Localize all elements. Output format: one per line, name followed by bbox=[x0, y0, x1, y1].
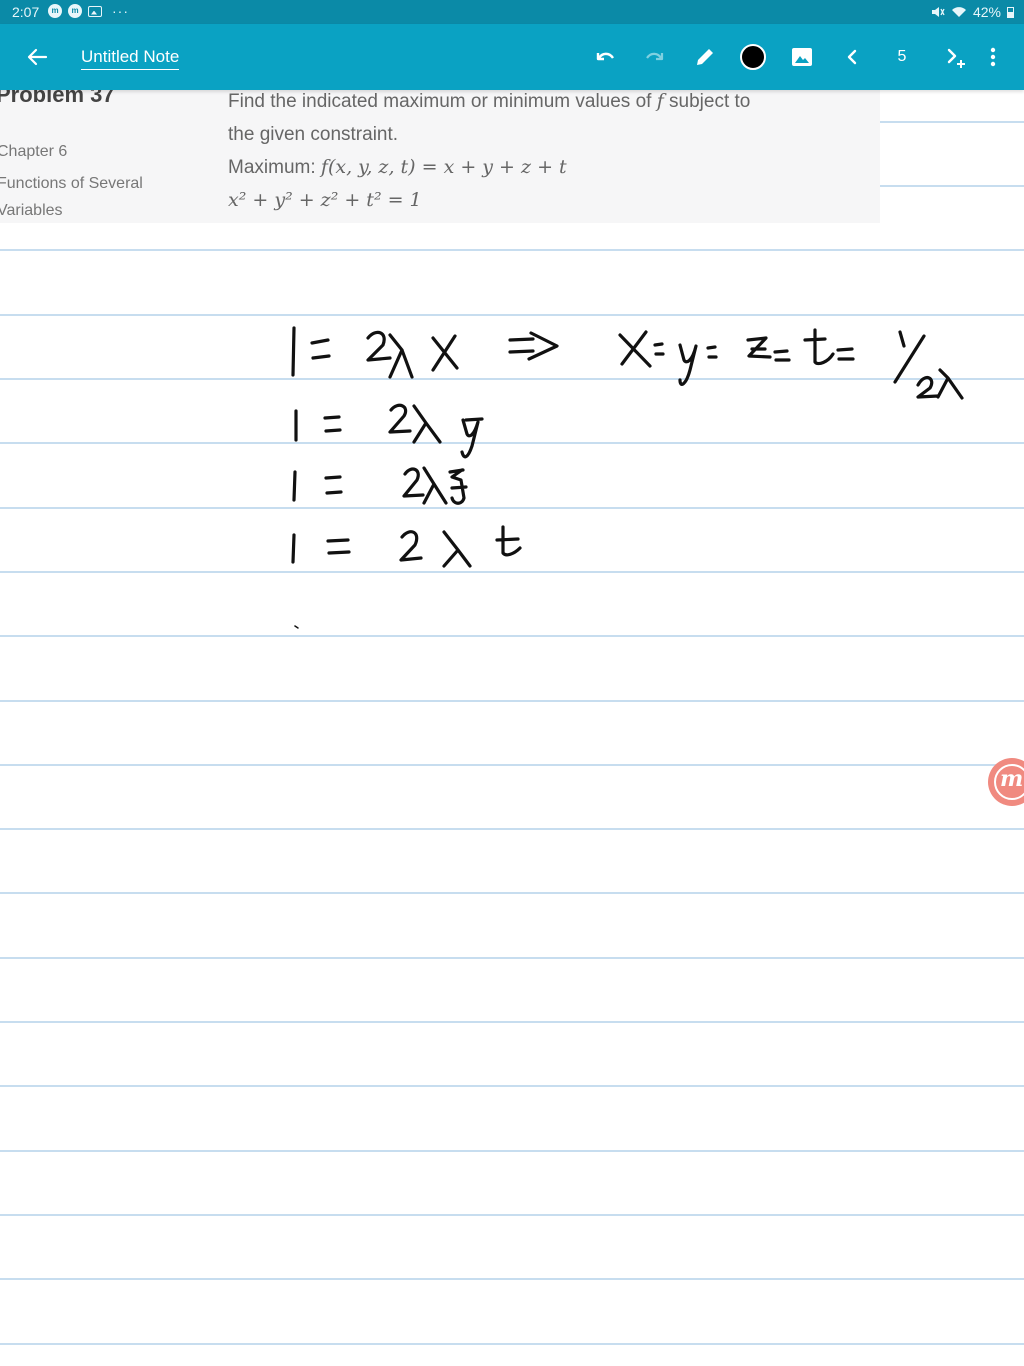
ink-line-4 bbox=[291, 525, 522, 568]
chevron-left-icon bbox=[847, 49, 857, 65]
redo-icon bbox=[646, 52, 664, 61]
ink-line-2 bbox=[294, 403, 484, 459]
next-page-icon bbox=[947, 48, 965, 68]
app-logo-icon: m bbox=[1000, 766, 1024, 792]
note-title[interactable]: Untitled Note bbox=[81, 47, 180, 70]
insert-image-button[interactable] bbox=[787, 42, 817, 72]
undo-icon bbox=[596, 52, 614, 61]
next-page-button[interactable] bbox=[940, 42, 970, 72]
back-arrow-icon[interactable] bbox=[22, 42, 52, 72]
pen-tool-button[interactable] bbox=[690, 42, 720, 72]
color-dot-icon bbox=[740, 44, 766, 70]
page-number: 5 bbox=[897, 48, 907, 65]
more-options-button[interactable] bbox=[978, 42, 1008, 72]
image-icon bbox=[792, 48, 812, 66]
note-page: 2:07 m m ··· 42% Untitled Note 5 Problem… bbox=[0, 0, 1024, 1366]
previous-page-button[interactable] bbox=[837, 42, 867, 72]
ink-line-3 bbox=[292, 466, 468, 505]
undo-button[interactable] bbox=[590, 42, 620, 72]
color-picker-button[interactable] bbox=[738, 42, 768, 72]
redo-button[interactable] bbox=[640, 42, 670, 72]
app-bar: Untitled Note 5 bbox=[0, 24, 1024, 90]
ink-line-1 bbox=[291, 326, 964, 400]
handwriting-canvas[interactable] bbox=[0, 0, 1024, 1366]
more-vert-icon bbox=[990, 47, 996, 67]
ink-dot bbox=[294, 625, 299, 629]
pen-icon bbox=[697, 49, 713, 65]
